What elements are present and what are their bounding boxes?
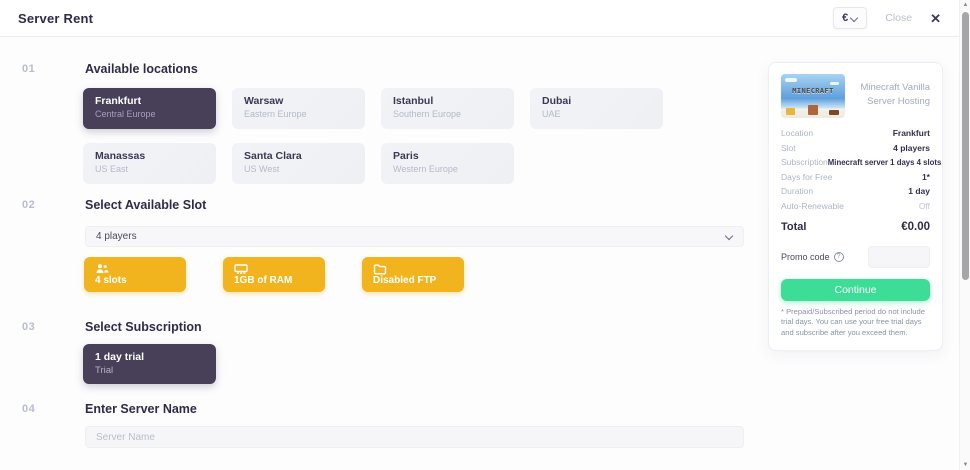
slot-select[interactable]: 4 players <box>85 226 744 247</box>
subscription-type: Trial <box>95 365 114 376</box>
total-label: Total <box>781 220 807 233</box>
detail-value: 1* <box>921 171 930 182</box>
slot-select-value: 4 players <box>96 231 137 242</box>
cloud-shape <box>830 82 839 85</box>
location-card-dubai[interactable]: Dubai UAE <box>530 88 663 129</box>
scroll-up-icon[interactable]: ▲ <box>960 2 970 8</box>
chevron-down-icon <box>851 15 858 22</box>
location-region: Western Europe <box>393 164 458 174</box>
locations-title: Available locations <box>85 62 198 76</box>
detail-value: Frankfurt <box>892 128 930 138</box>
badge-ram: 1GB of RAM <box>223 257 325 292</box>
page-title: Server Rent <box>18 10 94 26</box>
location-region: Southern Europe <box>393 109 462 119</box>
crafting-table-block <box>808 105 818 115</box>
location-name: Manassas <box>95 150 146 162</box>
location-card-warsaw[interactable]: Warsaw Eastern Europe <box>232 88 365 129</box>
vertical-scrollbar[interactable]: ▲ ▼ <box>959 0 970 470</box>
detail-value: 4 players <box>893 142 930 153</box>
slot-title: Select Available Slot <box>85 198 207 212</box>
detail-label: Slot <box>781 142 796 153</box>
badge-label: Disabled FTP <box>373 275 437 286</box>
detail-row-days-free: Days for Free 1* <box>781 172 930 182</box>
location-region: US West <box>244 164 280 174</box>
close-icon[interactable]: ✕ <box>930 12 941 25</box>
location-region: Central Europe <box>95 109 156 119</box>
total-row: Total €0.00 <box>781 221 930 233</box>
location-card-istanbul[interactable]: Istanbul Southern Europe <box>381 88 514 129</box>
location-name: Warsaw <box>244 95 284 107</box>
detail-row-duration: Duration 1 day <box>781 186 930 196</box>
section-number-01: 01 <box>22 63 36 75</box>
location-region: US East <box>95 164 129 174</box>
topbar: Server Rent € Close ✕ <box>0 0 959 37</box>
location-name: Dubai <box>542 95 572 107</box>
ram-icon <box>234 262 314 274</box>
promo-code-input[interactable] <box>868 245 930 268</box>
location-region: UAE <box>542 109 561 119</box>
users-icon <box>95 262 175 274</box>
promo-row: Promo code ? <box>781 245 930 268</box>
detail-value: Minecraft server 1 days 4 slots <box>827 158 942 167</box>
close-label[interactable]: Close <box>885 12 912 24</box>
detail-label: Days for Free <box>781 171 833 182</box>
order-details: Location Frankfurt Slot 4 players Subscr… <box>781 128 941 211</box>
product-title: Minecraft Vanilla Server Hosting <box>860 82 930 107</box>
location-name: Santa Clara <box>244 150 302 162</box>
location-card-paris[interactable]: Paris Western Europe <box>381 143 514 184</box>
chevron-down-icon <box>726 233 733 240</box>
minecraft-logo-text: MINECRAFT <box>792 87 834 95</box>
location-card-manassas[interactable]: Manassas US East <box>83 143 216 184</box>
minecraft-thumbnail: MINECRAFT <box>781 74 845 118</box>
detail-label: Duration <box>781 186 814 196</box>
detail-label: Auto-Renewable <box>781 200 844 211</box>
badge-label: 1GB of RAM <box>234 275 293 286</box>
location-name: Frankfurt <box>95 95 142 107</box>
badge-ftp: Disabled FTP <box>362 257 464 292</box>
section-number-03: 03 <box>22 321 36 333</box>
currency-value: € <box>842 12 849 24</box>
badge-slots: 4 slots <box>84 257 186 292</box>
detail-row-auto-renewable: Auto-Renewable Off <box>781 201 930 211</box>
location-region: Eastern Europe <box>244 109 307 119</box>
section-number-02: 02 <box>22 199 36 211</box>
server-name-title: Enter Server Name <box>85 402 197 416</box>
location-card-santa-clara[interactable]: Santa Clara US West <box>232 143 365 184</box>
detail-row-subscription: Subscription Minecraft server 1 days 4 s… <box>781 157 941 167</box>
continue-button[interactable]: Continue <box>781 278 930 301</box>
server-name-input[interactable] <box>85 426 744 448</box>
total-value: €0.00 <box>901 220 930 233</box>
location-card-frankfurt[interactable]: Frankfurt Central Europe <box>83 88 216 129</box>
badge-label: 4 slots <box>95 275 127 286</box>
subscription-title: Select Subscription <box>85 320 202 334</box>
cloud-shape <box>785 78 797 82</box>
detail-label: Location <box>781 128 814 138</box>
subscription-card-trial[interactable]: 1 day trial Trial <box>83 344 216 384</box>
detail-label: Subscription <box>781 157 828 167</box>
detail-value: Off <box>918 200 930 211</box>
subscription-name: 1 day trial <box>95 351 145 363</box>
location-name: Istanbul <box>393 95 434 107</box>
order-summary-card: MINECRAFT Minecraft Vanilla Server Hosti… <box>768 62 943 352</box>
section-number-04: 04 <box>22 403 36 415</box>
dirt-block <box>829 110 839 115</box>
currency-selector[interactable]: € <box>833 7 868 29</box>
help-icon[interactable]: ? <box>833 251 844 262</box>
scroll-down-icon[interactable]: ▼ <box>960 462 970 468</box>
promo-label: Promo code <box>781 251 830 262</box>
detail-row-slot: Slot 4 players <box>781 143 930 153</box>
scrollbar-thumb[interactable] <box>962 12 969 280</box>
gold-block <box>786 108 795 115</box>
detail-row-location: Location Frankfurt <box>781 128 930 138</box>
detail-value: 1 day <box>908 186 930 196</box>
folder-icon <box>373 262 453 275</box>
location-name: Paris <box>393 150 419 162</box>
trial-disclaimer: * Prepaid/Subscribed period do not inclu… <box>781 306 925 337</box>
